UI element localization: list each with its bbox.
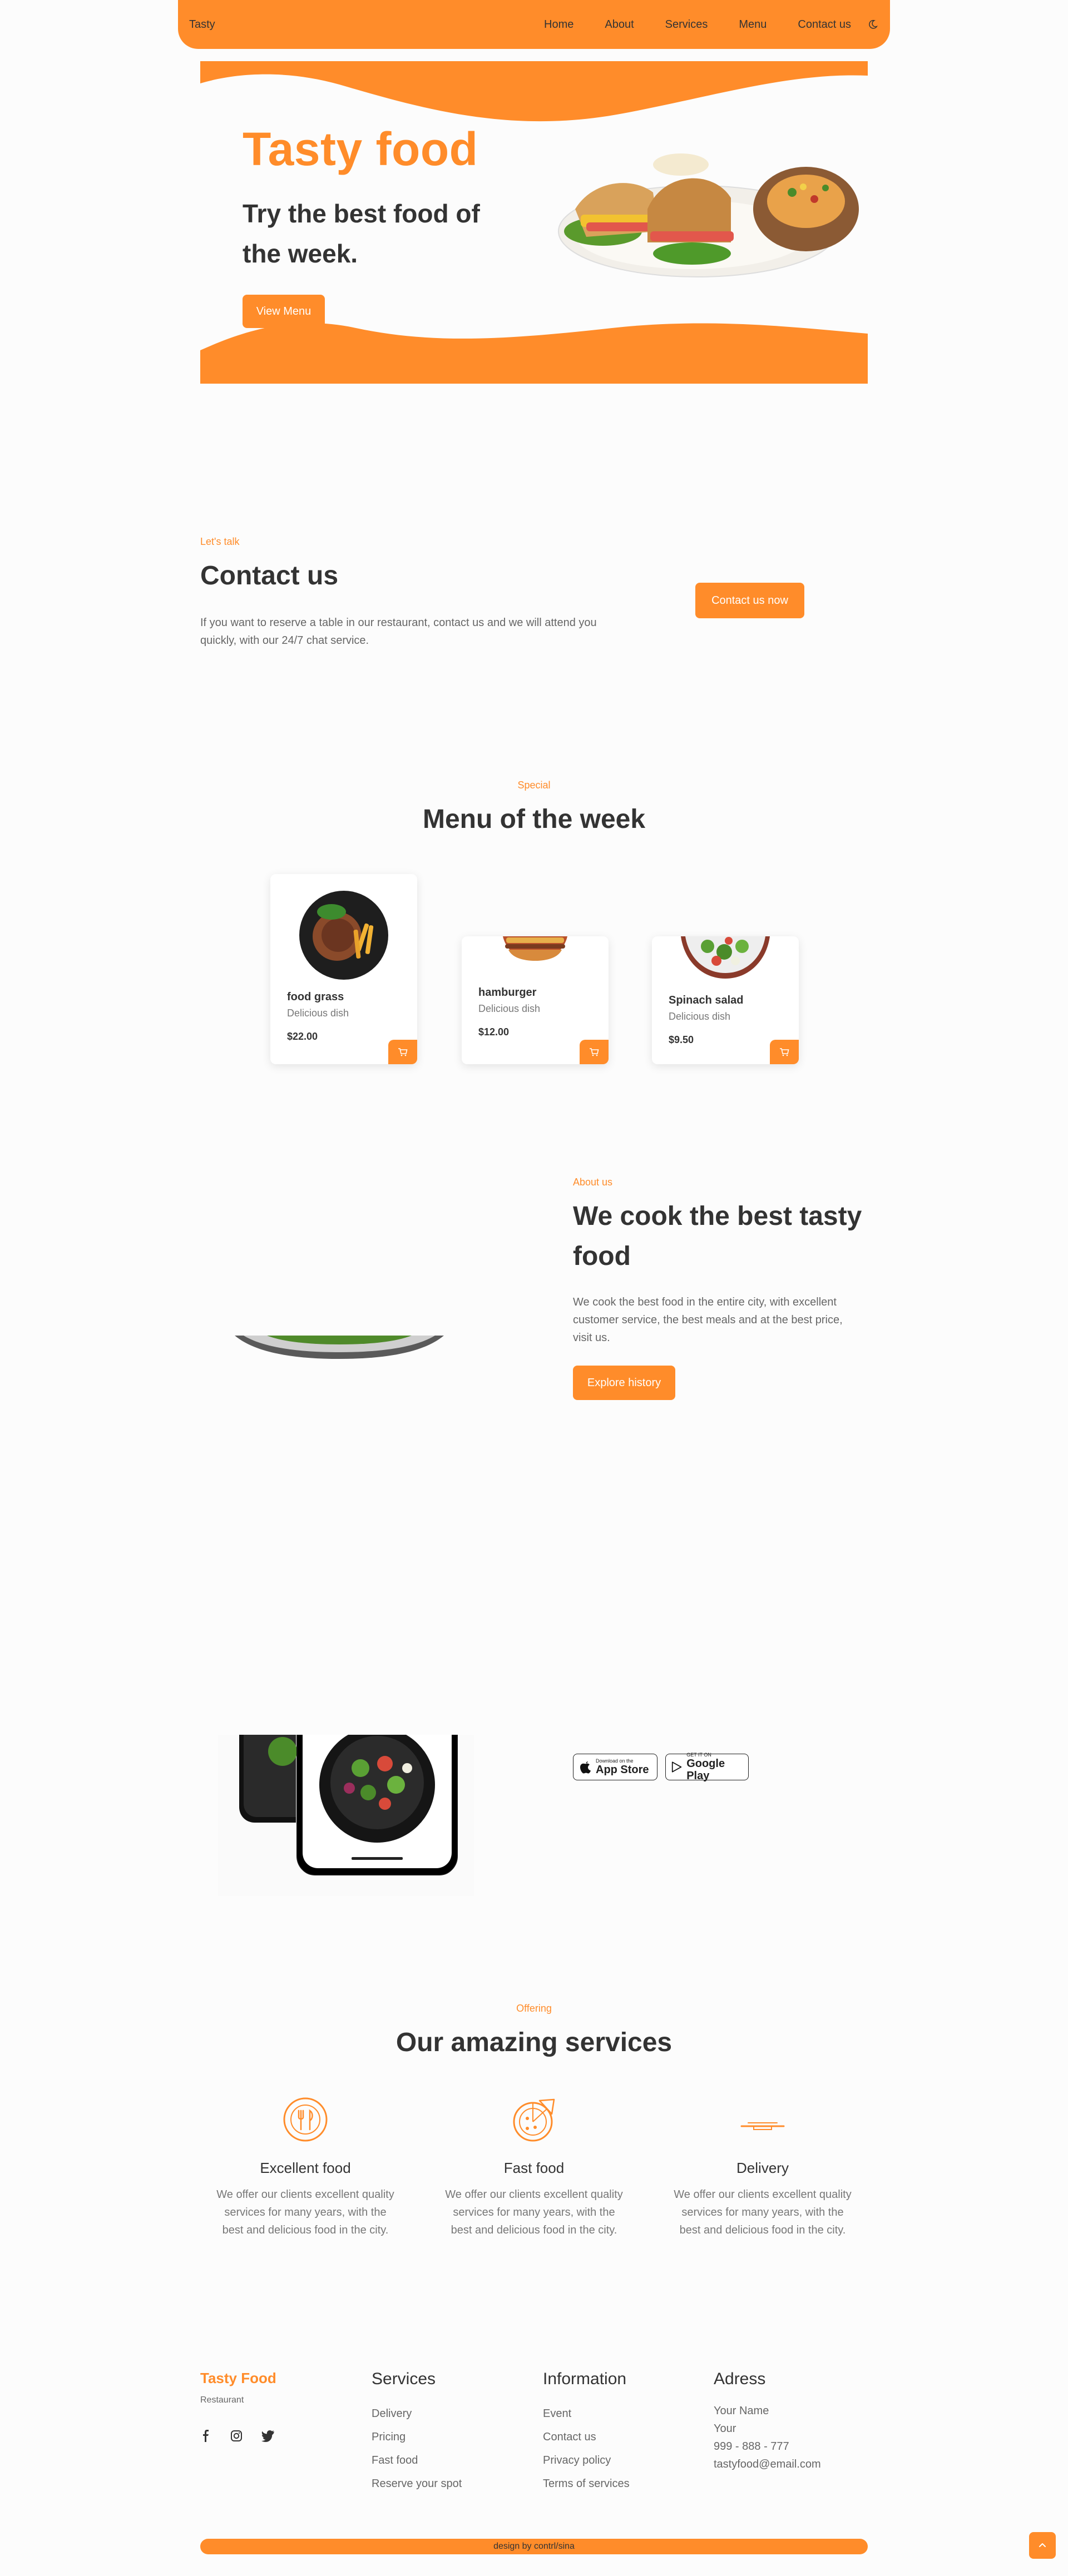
delivery-icon	[740, 2122, 785, 2130]
footer-address-line: Your	[714, 2423, 736, 2435]
menu-card: hamburger Delicious dish $12.00	[462, 936, 609, 1064]
contact-kicker: Let's talk	[200, 536, 240, 547]
footer-link[interactable]: Contact us	[543, 2425, 630, 2449]
navbar: Tasty Home About Services Menu Contact u…	[178, 0, 890, 49]
menu-card: food grass Delicious dish $22.00	[270, 874, 417, 1064]
card-price: $22.00	[287, 1031, 318, 1042]
about-kicker: About us	[573, 1177, 613, 1188]
footer-address-line: 999 - 888 - 777	[714, 2440, 789, 2453]
add-to-cart-button[interactable]	[580, 1040, 609, 1064]
cart-icon	[398, 1048, 408, 1056]
services-kicker: Offering	[516, 2003, 552, 2014]
copyright-bar: design by contrl/sina	[200, 2539, 868, 2554]
twitter-icon[interactable]	[261, 2430, 275, 2442]
card-name: food grass	[287, 991, 344, 1003]
app-phones-image	[218, 1735, 474, 1896]
card-price: $12.00	[478, 1026, 510, 1038]
card-name: hamburger	[478, 986, 537, 999]
play-icon	[671, 1761, 682, 1773]
menu-kicker: Special	[517, 780, 551, 791]
contact-text: If you want to reserve a table in our re…	[200, 617, 597, 647]
hero-title: Tasty food	[243, 123, 478, 175]
card-name: Spinach salad	[669, 994, 744, 1006]
google-play-big: Google Play	[686, 1758, 725, 1782]
footer-link[interactable]: Privacy policy	[543, 2449, 630, 2472]
hero-food-image	[558, 153, 859, 277]
google-play-text: GET IT ON Google Play	[686, 1752, 743, 1782]
about-text: We cook the best food in the entire city…	[573, 1296, 843, 1344]
instagram-icon[interactable]	[230, 2430, 243, 2442]
explore-history-button[interactable]: Explore history	[573, 1366, 675, 1400]
footer-address-column: Adress Your Name Your 999 - 888 - 777 ta…	[714, 2370, 821, 2473]
view-menu-button[interactable]: View Menu	[243, 295, 325, 328]
hero-subtitle: Try the best food of the week.	[243, 199, 480, 268]
app-store-big: App Store	[596, 1764, 649, 1776]
scroll-top-button[interactable]	[1029, 2532, 1056, 2559]
nav-link-contact[interactable]: Contact us	[798, 18, 851, 31]
cart-icon	[590, 1048, 599, 1056]
footer-brand[interactable]: Tasty Food	[200, 2370, 276, 2387]
hero-section: Tasty food Try the best food of the week…	[200, 61, 868, 384]
footer-address-heading: Adress	[714, 2370, 766, 2388]
footer-email: tastyfood@email.com	[714, 2458, 821, 2470]
services-title: Our amazing services	[395, 2028, 673, 2057]
utensils-icon	[283, 2097, 328, 2142]
card-price: $9.50	[669, 1034, 694, 1045]
contact-us-now-button[interactable]: Contact us now	[695, 583, 804, 618]
card-desc: Delicious dish	[669, 1011, 731, 1022]
card-desc: Delicious dish	[478, 1003, 541, 1014]
nav-link-menu[interactable]: Menu	[739, 18, 767, 31]
footer-link[interactable]: Pricing	[372, 2425, 462, 2449]
spinach-salad-image	[681, 936, 770, 979]
footer-link[interactable]: Terms of services	[543, 2472, 630, 2495]
hamburger-image	[503, 936, 567, 961]
service-item: Delivery We offer our clients excellent …	[671, 2096, 854, 2239]
service-text: We offer our clients excellent quality s…	[674, 2188, 852, 2236]
footer-link[interactable]: Fast food	[372, 2449, 462, 2472]
service-text: We offer our clients excellent quality s…	[216, 2188, 394, 2236]
menu-title: Menu of the week	[422, 805, 646, 834]
cart-icon	[780, 1048, 789, 1056]
footer-services-heading: Services	[372, 2370, 436, 2388]
about-title: We cook the best tasty food	[573, 1202, 862, 1271]
menu-card: Spinach salad Delicious dish $9.50	[652, 936, 799, 1064]
add-to-cart-button[interactable]	[770, 1040, 799, 1064]
app-store-small: Download on the	[596, 1758, 634, 1764]
service-name: Delivery	[736, 2160, 789, 2176]
card-desc: Delicious dish	[287, 1007, 349, 1019]
footer-address-line: Your Name	[714, 2405, 769, 2417]
service-text: We offer our clients excellent quality s…	[445, 2188, 623, 2236]
service-name: Excellent food	[260, 2160, 351, 2176]
footer-information-column: Information Event Contact us Privacy pol…	[543, 2370, 630, 2495]
footer-tagline: Restaurant	[200, 2395, 244, 2405]
add-to-cart-button[interactable]	[388, 1040, 417, 1064]
footer-link[interactable]: Delivery	[372, 2402, 462, 2425]
nav-logo[interactable]: Tasty	[189, 18, 215, 31]
nav-link-services[interactable]: Services	[665, 18, 708, 31]
nav-link-home[interactable]: Home	[544, 18, 573, 31]
apple-icon	[580, 1761, 591, 1774]
moon-icon[interactable]	[868, 19, 878, 29]
chevron-up-icon	[1039, 2543, 1046, 2547]
facebook-icon[interactable]	[200, 2430, 211, 2442]
nav-links: Home About Services Menu Contact us	[544, 18, 878, 31]
service-name: Fast food	[503, 2160, 565, 2176]
food-grass-image	[299, 891, 388, 980]
footer-information-heading: Information	[543, 2370, 627, 2388]
social-links	[200, 2430, 275, 2442]
contact-title: Contact us	[200, 561, 339, 590]
about-food-image	[235, 1336, 444, 1359]
footer-services-column: Services Delivery Pricing Fast food Rese…	[372, 2370, 462, 2495]
footer-link[interactable]: Reserve your spot	[372, 2472, 462, 2495]
pizza-icon	[513, 2098, 555, 2142]
app-store-badge[interactable]: Download on the App Store	[573, 1754, 657, 1780]
google-play-badge[interactable]: GET IT ON Google Play	[665, 1752, 749, 1782]
footer-link[interactable]: Event	[543, 2402, 630, 2425]
google-play-small: GET IT ON	[686, 1752, 711, 1758]
nav-link-about[interactable]: About	[605, 18, 634, 31]
app-store-text: Download on the App Store	[596, 1758, 649, 1776]
service-item: Excellent food We offer our clients exce…	[214, 2096, 397, 2239]
service-item: Fast food We offer our clients excellent…	[442, 2096, 626, 2239]
